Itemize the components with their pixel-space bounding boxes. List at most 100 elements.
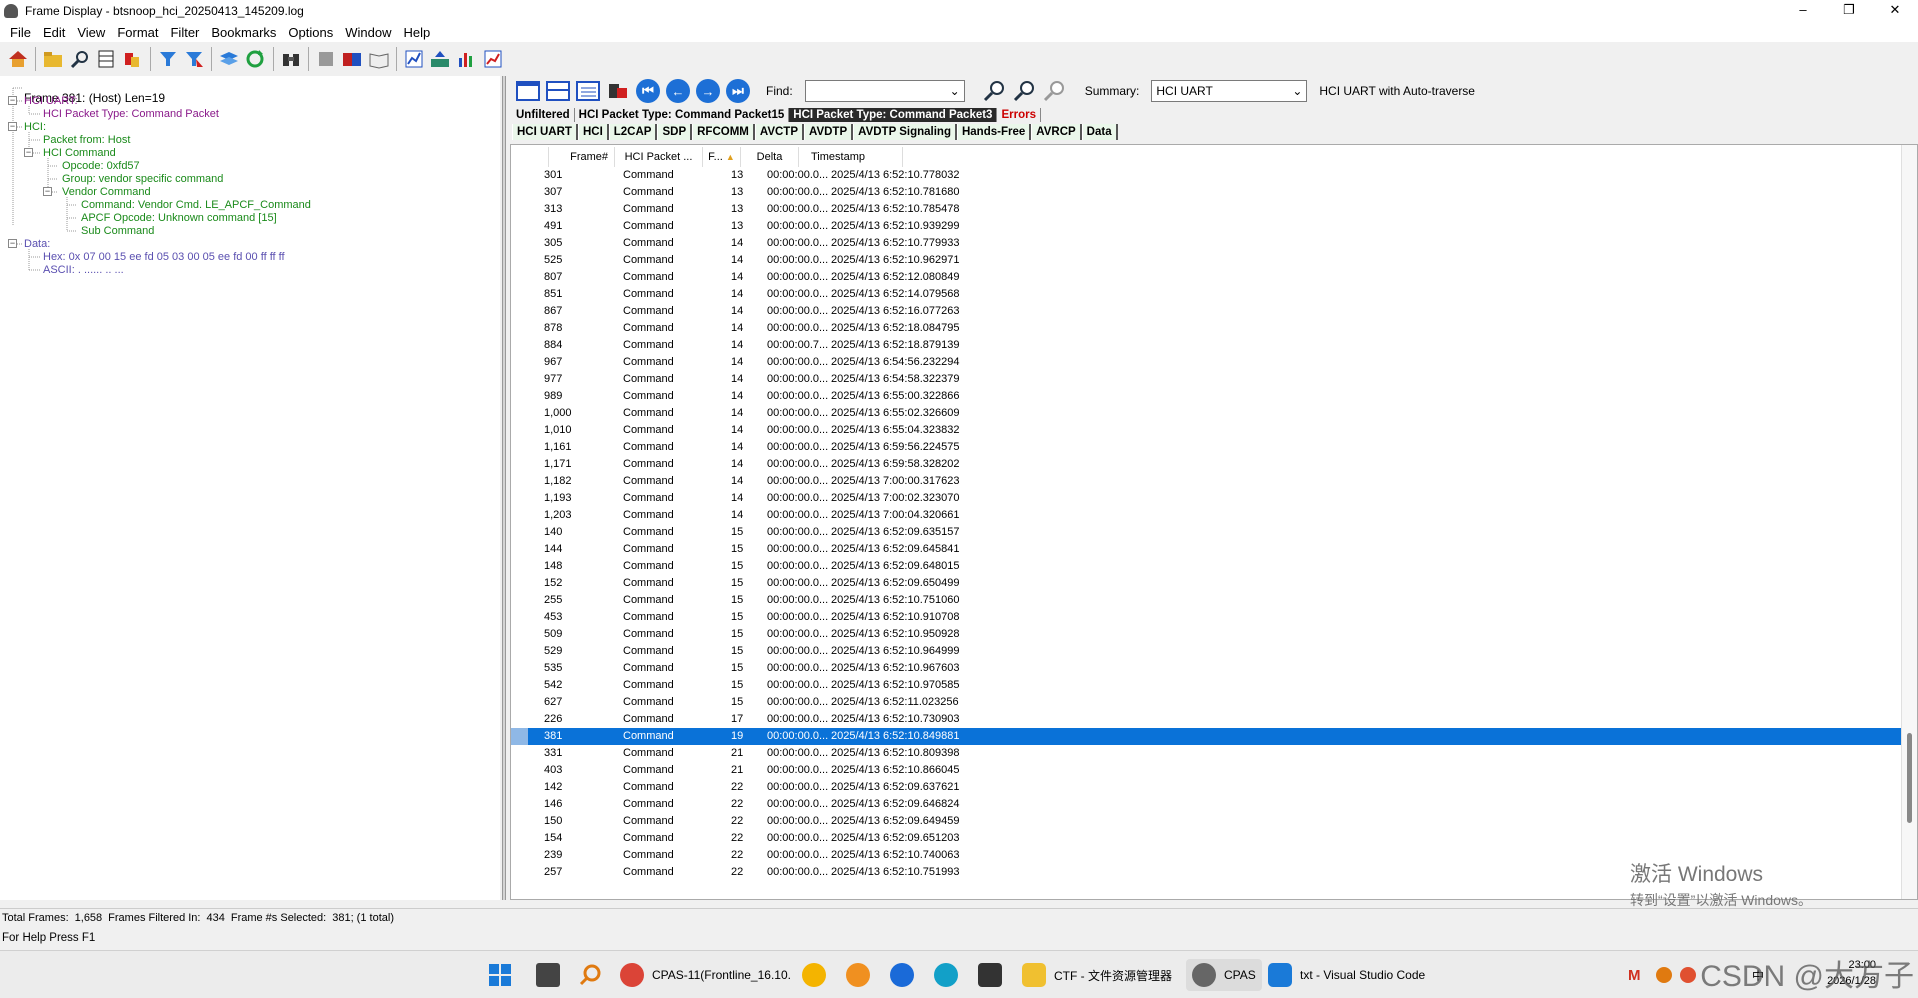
frame-row[interactable]: 313 Command 13 00:00:00.0... 2025/4/13 6:52:…	[511, 201, 1903, 218]
frame-row[interactable]: 542 Command 15 00:00:00.0... 2025/4/13 6:52:…	[511, 677, 1903, 694]
frame-row[interactable]: 1,161 Command 14 00:00:00.0... 2025/4/13 6:5…	[511, 439, 1903, 456]
filter-tab-errors[interactable]: Errors	[997, 108, 1041, 122]
maximize-button[interactable]: ❐	[1826, 0, 1872, 22]
frame-row[interactable]: 525 Command 14 00:00:00.0... 2025/4/13 6:52:…	[511, 252, 1903, 269]
vertical-scrollbar[interactable]	[1901, 145, 1917, 899]
filter-icon[interactable]	[155, 46, 179, 72]
frame-row[interactable]: 453 Command 15 00:00:00.0... 2025/4/13 6:52:…	[511, 609, 1903, 626]
summary-select[interactable]: HCI UART ⌄	[1151, 80, 1308, 102]
frame-row[interactable]: 1,171 Command 14 00:00:00.0... 2025/4/13 6:5…	[511, 456, 1903, 473]
terminal-icon[interactable]	[978, 959, 1002, 991]
taskbar-cpas[interactable]: CPAS	[1186, 959, 1262, 991]
protocol-tab-rfcomm[interactable]: RFCOMM	[692, 123, 755, 140]
book-red-icon[interactable]	[340, 46, 364, 72]
frame-row[interactable]: 1,203 Command 14 00:00:00.0... 2025/4/13 7:0…	[511, 507, 1903, 524]
frame-row[interactable]: 381 Command 19 00:00:00.0... 2025/4/13 6:52:…	[511, 728, 1903, 745]
tree-group[interactable]: Group: vendor specific command	[62, 173, 223, 185]
tree-vendor-command[interactable]: Vendor Command	[62, 186, 151, 198]
chrome-icon-2[interactable]	[802, 959, 826, 991]
layout-split-icon[interactable]	[544, 78, 572, 104]
frame-row[interactable]: 807 Command 14 00:00:00.0... 2025/4/13 6:52:…	[511, 269, 1903, 286]
prev-frame-button[interactable]: ←	[664, 78, 692, 104]
menu-options[interactable]: Options	[282, 25, 339, 40]
frame-row[interactable]: 146 Command 22 00:00:00.0... 2025/4/13 6:52:…	[511, 796, 1903, 813]
frame-row[interactable]: 307 Command 13 00:00:00.0... 2025/4/13 6:52:…	[511, 184, 1903, 201]
column-frame[interactable]: Frame#	[549, 147, 615, 167]
frame-row[interactable]: 851 Command 14 00:00:00.0... 2025/4/13 6:52:…	[511, 286, 1903, 303]
frame-row[interactable]: 152 Command 15 00:00:00.0... 2025/4/13 6:52:…	[511, 575, 1903, 592]
frame-row[interactable]: 305 Command 14 00:00:00.0... 2025/4/13 6:52:…	[511, 235, 1903, 252]
frame-row[interactable]: 491 Command 13 00:00:00.0... 2025/4/13 6:52:…	[511, 218, 1903, 235]
task-view-icon[interactable]	[536, 959, 560, 991]
frame-row[interactable]: 142 Command 22 00:00:00.0... 2025/4/13 6:52:…	[511, 779, 1903, 796]
find-icon[interactable]	[68, 46, 92, 72]
tray-icon-1[interactable]	[1656, 959, 1672, 991]
frame-row[interactable]: 967 Command 14 00:00:00.0... 2025/4/13 6:54:…	[511, 354, 1903, 371]
column-length[interactable]: F... ▲	[703, 147, 741, 167]
column-delta[interactable]: Delta	[741, 147, 799, 167]
protocol-tab-avdtp-signaling[interactable]: AVDTP Signaling	[853, 123, 957, 140]
note-icon[interactable]	[314, 46, 338, 72]
taskbar-vscode[interactable]: txt - Visual Studio Code	[1268, 959, 1425, 991]
menu-help[interactable]: Help	[397, 25, 436, 40]
protocol-tab-data[interactable]: Data	[1081, 123, 1118, 140]
start-button[interactable]	[488, 959, 512, 991]
sync-icon[interactable]	[604, 78, 632, 104]
tray-icon-2[interactable]	[1680, 959, 1696, 991]
filter-tab-unfiltered[interactable]: Unfiltered	[512, 108, 575, 122]
layers-icon[interactable]	[217, 46, 241, 72]
protocol-tab-avdtp[interactable]: AVDTP	[804, 123, 854, 140]
protocol-tab-avctp[interactable]: AVCTP	[754, 123, 804, 140]
bookmark-icon[interactable]	[120, 46, 144, 72]
scrollbar-thumb[interactable]	[1907, 733, 1912, 823]
protocol-tab-sdp[interactable]: SDP	[657, 123, 693, 140]
frame-row[interactable]: 878 Command 14 00:00:00.0... 2025/4/13 6:52:…	[511, 320, 1903, 337]
find-icon-2[interactable]	[1011, 78, 1039, 104]
taskbar-chrome-cpas[interactable]: CPAS-11(Frontline_16.10.	[620, 959, 791, 991]
home-icon[interactable]	[6, 46, 30, 72]
frame-row[interactable]: 884 Command 14 00:00:00.7... 2025/4/13 6:52:…	[511, 337, 1903, 354]
frame-row[interactable]: 150 Command 22 00:00:00.0... 2025/4/13 6:52:…	[511, 813, 1903, 830]
menu-view[interactable]: View	[71, 25, 111, 40]
tree-sub-command[interactable]: Sub Command	[81, 225, 154, 237]
next-frame-button[interactable]: →	[694, 78, 722, 104]
protocol-tab-hci[interactable]: HCI	[577, 123, 609, 140]
protocol-tab-hci-uart[interactable]: HCI UART	[512, 123, 578, 140]
frame-icon[interactable]	[94, 46, 118, 72]
protocol-tab-avrcp[interactable]: AVRCP	[1031, 123, 1082, 140]
browser-icon[interactable]	[846, 959, 870, 991]
frame-row[interactable]: 1,010 Command 14 00:00:00.0... 2025/4/13 6:5…	[511, 422, 1903, 439]
menu-format[interactable]: Format	[111, 25, 164, 40]
frame-row[interactable]: 255 Command 15 00:00:00.0... 2025/4/13 6:52:…	[511, 592, 1903, 609]
frame-row[interactable]: 1,193 Command 14 00:00:00.0... 2025/4/13 7:0…	[511, 490, 1903, 507]
protocol-tab-hands-free[interactable]: Hands-Free	[956, 123, 1032, 140]
tree-ascii[interactable]: ASCII: . ...... .. ...	[43, 264, 124, 276]
frame-row[interactable]: 403 Command 21 00:00:00.0... 2025/4/13 6:52:…	[511, 762, 1903, 779]
frame-row[interactable]: 301 Command 13 00:00:00.0... 2025/4/13 6:52:…	[511, 167, 1903, 184]
frame-row[interactable]: 627 Command 15 00:00:00.0... 2025/4/13 6:52:…	[511, 694, 1903, 711]
tree-hex[interactable]: Hex: 0x 07 00 15 ee fd 05 03 00 05 ee fd…	[43, 251, 285, 263]
tree-hci-command[interactable]: HCI Command	[43, 147, 116, 159]
pane-splitter[interactable]	[502, 76, 506, 900]
filter-red-icon[interactable]	[182, 46, 206, 72]
close-button[interactable]: ✕	[1872, 0, 1918, 22]
collapse-data-icon[interactable]: −	[8, 239, 17, 248]
open-folder-icon[interactable]	[41, 46, 65, 72]
refresh-icon[interactable]	[243, 46, 267, 72]
collapse-hci-command-icon[interactable]: −	[24, 148, 33, 157]
menu-edit[interactable]: Edit	[37, 25, 71, 40]
taskbar-explorer[interactable]: CTF - 文件资源管理器	[1022, 959, 1172, 991]
collapse-vendor-command-icon[interactable]: −	[43, 187, 52, 196]
find-icon-1[interactable]	[981, 78, 1009, 104]
tree-packet-from[interactable]: Packet from: Host	[43, 134, 130, 146]
frame-row[interactable]: 154 Command 22 00:00:00.0... 2025/4/13 6:52:…	[511, 830, 1903, 847]
bar-chart-icon[interactable]	[454, 46, 478, 72]
chart-red-icon[interactable]	[481, 46, 505, 72]
tree-hci-uart[interactable]: HCI UART:	[24, 95, 78, 107]
find-input[interactable]: ⌄	[804, 80, 965, 102]
tree-data[interactable]: Data:	[24, 238, 50, 250]
tree-opcode[interactable]: Opcode: 0xfd57	[62, 160, 140, 172]
tree-apcf-opcode[interactable]: APCF Opcode: Unknown command [15]	[81, 212, 277, 224]
frame-row[interactable]: 226 Command 17 00:00:00.0... 2025/4/13 6:52:…	[511, 711, 1903, 728]
frame-row[interactable]: 977 Command 14 00:00:00.0... 2025/4/13 6:54:…	[511, 371, 1903, 388]
